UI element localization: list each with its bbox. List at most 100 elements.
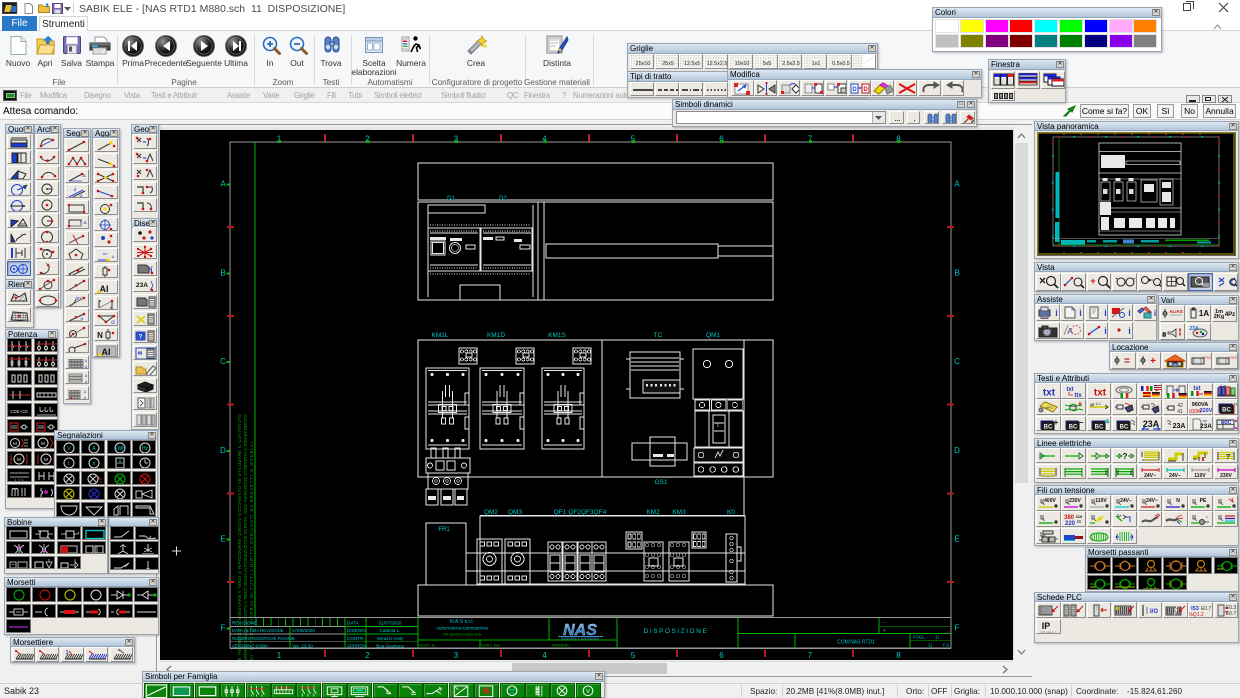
svg-text:1L1: 1L1 xyxy=(1095,402,1101,406)
svg-text:ORIGINE:: ORIGINE: xyxy=(552,643,570,648)
svg-text:MFG: MFG xyxy=(1045,406,1053,410)
svg-text:D: D xyxy=(863,87,868,93)
svg-text:12.5x5: 12.5x5 xyxy=(684,61,700,67)
svg-text:25x5: 25x5 xyxy=(662,61,674,67)
svg-text:Serazzi Andy: Serazzi Andy xyxy=(377,636,405,641)
svg-text:i: i xyxy=(1080,308,1083,318)
svg-text:25x10: 25x10 xyxy=(636,61,651,67)
svg-text:K0: K0 xyxy=(727,509,735,516)
svg-text:220: 220 xyxy=(1065,521,1076,527)
svg-text:400V: 400V xyxy=(1044,498,1056,504)
svg-text:31/07/2020: 31/07/2020 xyxy=(379,621,402,626)
svg-text:QF4: QF4 xyxy=(594,509,607,516)
svg-text:AI: AI xyxy=(100,284,109,294)
svg-text:24V~: 24V~ xyxy=(1144,473,1156,479)
svg-text:QF1: QF1 xyxy=(554,509,567,516)
svg-text:VERSIONE SABIK: VERSIONE SABIK xyxy=(232,643,268,648)
svg-text:4: 4 xyxy=(542,651,547,660)
svg-text:2Kg: 2Kg xyxy=(1214,314,1224,320)
svg-text:KM1D: KM1D xyxy=(487,332,505,339)
svg-text:12.5x2.5: 12.5x2.5 xyxy=(707,61,728,67)
svg-text:D: D xyxy=(220,446,226,455)
svg-text:?: ? xyxy=(1123,452,1128,461)
svg-text:REVISIONE :: REVISIONE : xyxy=(232,621,260,626)
svg-text:C: C xyxy=(220,357,226,366)
svg-text:▮: ▮ xyxy=(1179,331,1181,336)
svg-text:α: α xyxy=(80,193,83,198)
svg-text:Δ: Δ xyxy=(84,394,87,399)
svg-text:110V: 110V xyxy=(1095,498,1107,504)
svg-text:1x1: 1x1 xyxy=(812,61,821,67)
svg-text:Δx: Δx xyxy=(103,251,108,256)
svg-text:M: M xyxy=(43,457,47,463)
svg-text:N: N xyxy=(97,331,103,340)
svg-text:M: M xyxy=(17,457,21,463)
svg-text:M: M xyxy=(40,441,44,447)
svg-text:B: B xyxy=(220,268,225,277)
svg-text:SOST. IL:: SOST. IL: xyxy=(419,643,436,648)
svg-text:i: i xyxy=(1128,326,1131,336)
svg-text:11: 11 xyxy=(935,635,940,640)
svg-text:FR1: FR1 xyxy=(438,527,450,533)
svg-text:Automotive & automazione: Automotive & automazione xyxy=(561,637,599,641)
svg-text:i: i xyxy=(1153,309,1155,318)
svg-text:8: 8 xyxy=(119,458,122,463)
svg-text:8: 8 xyxy=(1005,94,1008,100)
svg-text:1A: 1A xyxy=(1199,309,1209,318)
svg-text:KM2: KM2 xyxy=(646,509,660,516)
svg-text:1 2 3: 1 2 3 xyxy=(15,478,25,482)
svg-text:COM:NAS RTD1: COM:NAS RTD1 xyxy=(837,640,875,646)
svg-text:Catania L.: Catania L. xyxy=(380,628,401,633)
svg-text:α: α xyxy=(111,320,115,325)
svg-text:.: . xyxy=(914,116,916,123)
svg-text:−: − xyxy=(1079,418,1084,427)
svg-text:Δ: Δ xyxy=(112,254,115,259)
svg-text:−: − xyxy=(883,620,886,626)
svg-text:kWh: kWh xyxy=(115,446,125,452)
svg-text:CDE-CD: CDE-CD xyxy=(10,409,28,414)
svg-text:D1: D1 xyxy=(447,196,455,202)
svg-text:8: 8 xyxy=(995,94,998,100)
svg-text:Δ: Δ xyxy=(85,379,88,384)
svg-text:DISPOSIZIONE: DISPOSIZIONE xyxy=(644,628,709,635)
svg-text:E: E xyxy=(954,535,959,544)
svg-text:07/08/2020: 07/08/2020 xyxy=(292,628,315,633)
svg-text:A: A xyxy=(1068,327,1074,336)
svg-text:IP: IP xyxy=(1042,621,1051,631)
svg-text:230V: 230V xyxy=(1220,473,1232,479)
svg-text:+: + xyxy=(883,628,886,634)
svg-text:AI: AI xyxy=(102,347,111,357)
svg-text:AutomotiveeAutomazione: AutomotiveeAutomazione xyxy=(435,626,489,631)
svg-text:0.5x0.5: 0.5x0.5 xyxy=(832,61,850,67)
svg-text:1?V2: 1?V2 xyxy=(1228,355,1238,360)
svg-text:N A S s.r.l.: N A S s.r.l. xyxy=(450,619,474,625)
svg-text:5: 5 xyxy=(631,651,636,660)
svg-text:DATA: DATA xyxy=(347,621,360,626)
svg-text:i: i xyxy=(1055,308,1058,318)
svg-text:41: 41 xyxy=(1177,409,1183,415)
svg-text:txt: txt xyxy=(1043,388,1056,399)
svg-text:23A: 23A xyxy=(136,282,148,289)
svg-text:%Q1.2: %Q1.2 xyxy=(1189,612,1204,618)
svg-text:ABC: ABC xyxy=(1220,420,1231,426)
svg-text:PE: PE xyxy=(1200,498,1207,504)
svg-text:ALIAS: ALIAS xyxy=(1169,309,1183,314)
svg-text:2: 2 xyxy=(365,651,370,660)
svg-text:NUMERO MODIFICHE PAGINA: NUMERO MODIFICHE PAGINA xyxy=(232,636,294,641)
svg-text:230V: 230V xyxy=(1070,498,1082,504)
svg-text:Δ: Δ xyxy=(85,363,88,368)
svg-text:FOGL.: FOGL. xyxy=(913,635,926,640)
svg-text:DATA ULTIMA REVISIONE: DATA ULTIMA REVISIONE xyxy=(232,628,284,633)
svg-text:+: + xyxy=(1054,418,1059,427)
svg-text:3: 3 xyxy=(454,651,459,660)
svg-text:100W: 100W xyxy=(1189,409,1202,415)
svg-text:11: 11 xyxy=(928,643,933,648)
svg-text:E0.7: E0.7 xyxy=(1201,606,1212,612)
svg-text:Ver. 23.00: Ver. 23.00 xyxy=(292,643,313,648)
svg-text:110V: 110V xyxy=(1195,473,1207,479)
svg-text:ttx: ttx xyxy=(1075,393,1083,399)
svg-text:23A: 23A xyxy=(1173,423,1186,430)
svg-text:0: 0 xyxy=(292,636,295,641)
svg-text:D: D xyxy=(954,446,960,455)
svg-text:Δ: Δ xyxy=(85,357,88,362)
